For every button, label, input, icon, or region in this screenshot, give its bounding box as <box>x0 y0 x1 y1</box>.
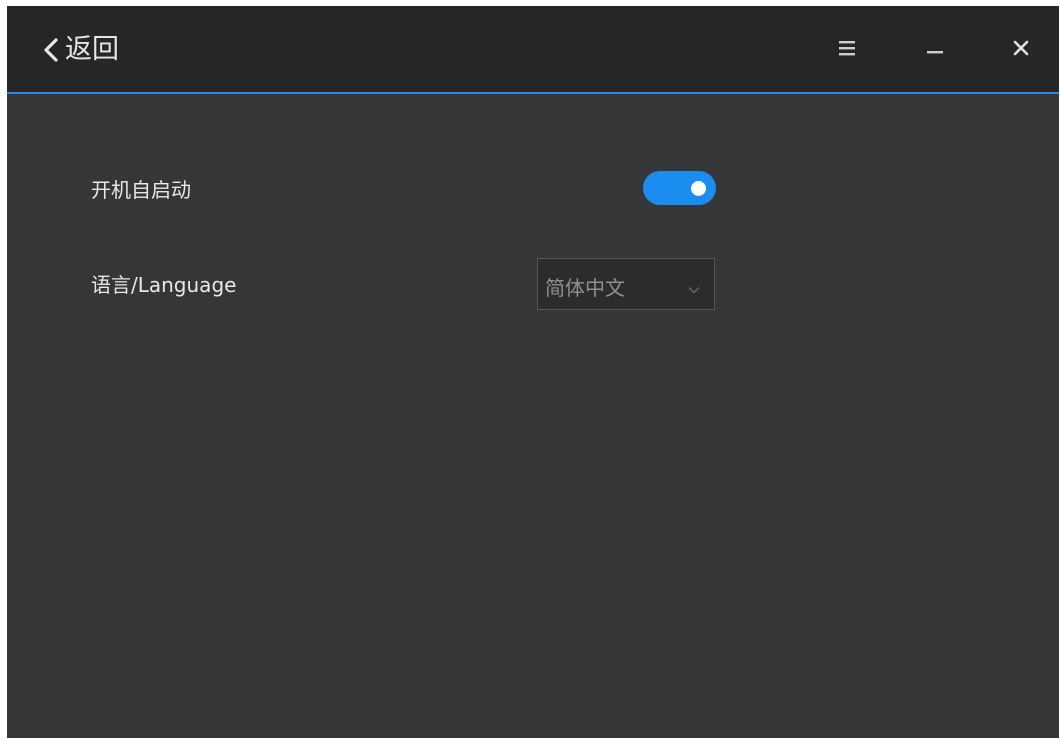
close-icon <box>1011 38 1031 62</box>
minimize-icon <box>925 38 945 62</box>
back-label: 返回 <box>65 34 119 65</box>
toggle-knob <box>691 181 706 196</box>
menu-button[interactable] <box>829 32 865 68</box>
back-button[interactable]: 返回 <box>41 32 119 68</box>
close-button[interactable] <box>1003 32 1039 68</box>
chevron-left-icon <box>41 36 63 64</box>
chevron-down-icon <box>688 279 700 294</box>
settings-window: 返回 开机自启动 语言/Language 简体中文 <box>7 6 1059 738</box>
language-select-value: 简体中文 <box>545 276 625 300</box>
minimize-button[interactable] <box>917 32 953 68</box>
language-label: 语言/Language <box>91 273 237 297</box>
language-select[interactable]: 简体中文 <box>537 258 715 310</box>
autostart-label: 开机自启动 <box>91 178 191 202</box>
autostart-toggle[interactable] <box>643 171 716 205</box>
hamburger-menu-icon <box>837 39 857 61</box>
title-bar: 返回 <box>7 6 1059 94</box>
